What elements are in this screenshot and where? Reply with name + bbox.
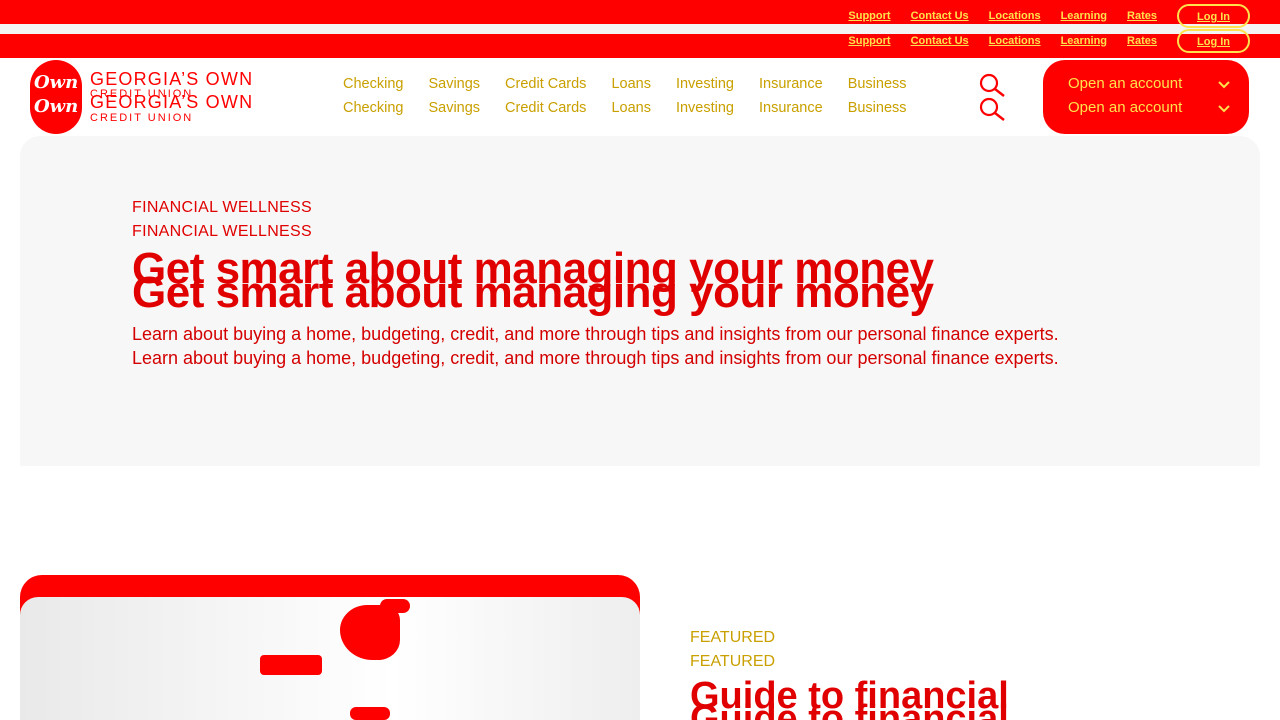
utility-link-rates-ghost[interactable]: Rates	[1127, 35, 1157, 47]
main-nav-ghost: Checking Savings Credit Cards Loans Inve…	[343, 100, 932, 116]
nav-item-credit-cards[interactable]: Credit Cards	[505, 76, 586, 92]
hero-lede-ghost: Learn about buying a home, budgeting, cr…	[132, 348, 1059, 368]
nav-item-loans[interactable]: Loans	[611, 76, 651, 92]
utility-link-learning[interactable]: Learning	[1061, 10, 1107, 22]
featured-title-ghost[interactable]: Guide to financial	[690, 698, 1009, 720]
open-account-label[interactable]: Open an account	[1068, 75, 1182, 92]
logo-script-ghost: Own	[34, 96, 79, 117]
utility-link-learning-ghost[interactable]: Learning	[1061, 35, 1107, 47]
nav-item-business[interactable]: Business	[848, 76, 907, 92]
utility-link-support[interactable]: Support	[848, 10, 890, 22]
logo-script: Own	[34, 72, 79, 93]
utility-link-rates[interactable]: Rates	[1127, 10, 1157, 22]
nav-item-checking-ghost[interactable]: Checking	[343, 100, 403, 116]
logo-subtitle-ghost: CREDIT UNION	[90, 112, 194, 124]
nav-item-credit-cards-ghost[interactable]: Credit Cards	[505, 100, 586, 116]
featured-eyebrow-ghost: FEATURED	[690, 653, 776, 670]
search-icon[interactable]	[978, 97, 1006, 121]
main-nav: Checking Savings Credit Cards Loans Inve…	[343, 76, 932, 92]
utility-link-support-ghost[interactable]: Support	[848, 35, 890, 47]
utility-link-contact-us[interactable]: Contact Us	[911, 10, 969, 22]
nav-item-investing[interactable]: Investing	[676, 76, 734, 92]
chevron-down-icon[interactable]	[1218, 80, 1230, 90]
utility-nav-ghost: Support Contact Us Locations Learning Ra…	[848, 29, 1250, 53]
open-account-button[interactable]	[1043, 60, 1249, 134]
hero-headline-ghost: Get smart about managing your money	[132, 268, 934, 317]
nav-item-savings[interactable]: Savings	[428, 76, 480, 92]
utility-link-contact-us-ghost[interactable]: Contact Us	[911, 35, 969, 47]
utility-link-locations-ghost[interactable]: Locations	[989, 35, 1041, 47]
nav-item-insurance-ghost[interactable]: Insurance	[759, 100, 823, 116]
featured-image-photo	[20, 597, 640, 720]
hero-eyebrow: FINANCIAL WELLNESS	[132, 199, 312, 216]
login-button[interactable]: Log In	[1177, 4, 1250, 28]
open-account-label-ghost[interactable]: Open an account	[1068, 99, 1182, 116]
logo-subtitle: CREDIT UNION	[90, 88, 194, 100]
nav-item-checking[interactable]: Checking	[343, 76, 403, 92]
featured-image-shape	[380, 599, 410, 613]
featured-image[interactable]	[20, 575, 640, 720]
login-button-ghost[interactable]: Log In	[1177, 29, 1250, 53]
hero-eyebrow-ghost: FINANCIAL WELLNESS	[132, 223, 312, 240]
logo-wordmark[interactable]: GEORGIA’S OWN	[90, 69, 253, 90]
nav-item-investing-ghost[interactable]: Investing	[676, 100, 734, 116]
search-icon[interactable]	[978, 73, 1006, 97]
hero-curve	[20, 400, 1260, 458]
nav-item-savings-ghost[interactable]: Savings	[428, 100, 480, 116]
nav-item-loans-ghost[interactable]: Loans	[611, 100, 651, 116]
featured-eyebrow: FEATURED	[690, 629, 776, 646]
utility-link-locations[interactable]: Locations	[989, 10, 1041, 22]
nav-item-business-ghost[interactable]: Business	[848, 100, 907, 116]
chevron-down-icon[interactable]	[1218, 104, 1230, 114]
featured-image-shape	[260, 655, 322, 675]
utility-nav: Support Contact Us Locations Learning Ra…	[848, 4, 1250, 28]
featured-image-shape	[350, 707, 390, 720]
nav-item-insurance[interactable]: Insurance	[759, 76, 823, 92]
